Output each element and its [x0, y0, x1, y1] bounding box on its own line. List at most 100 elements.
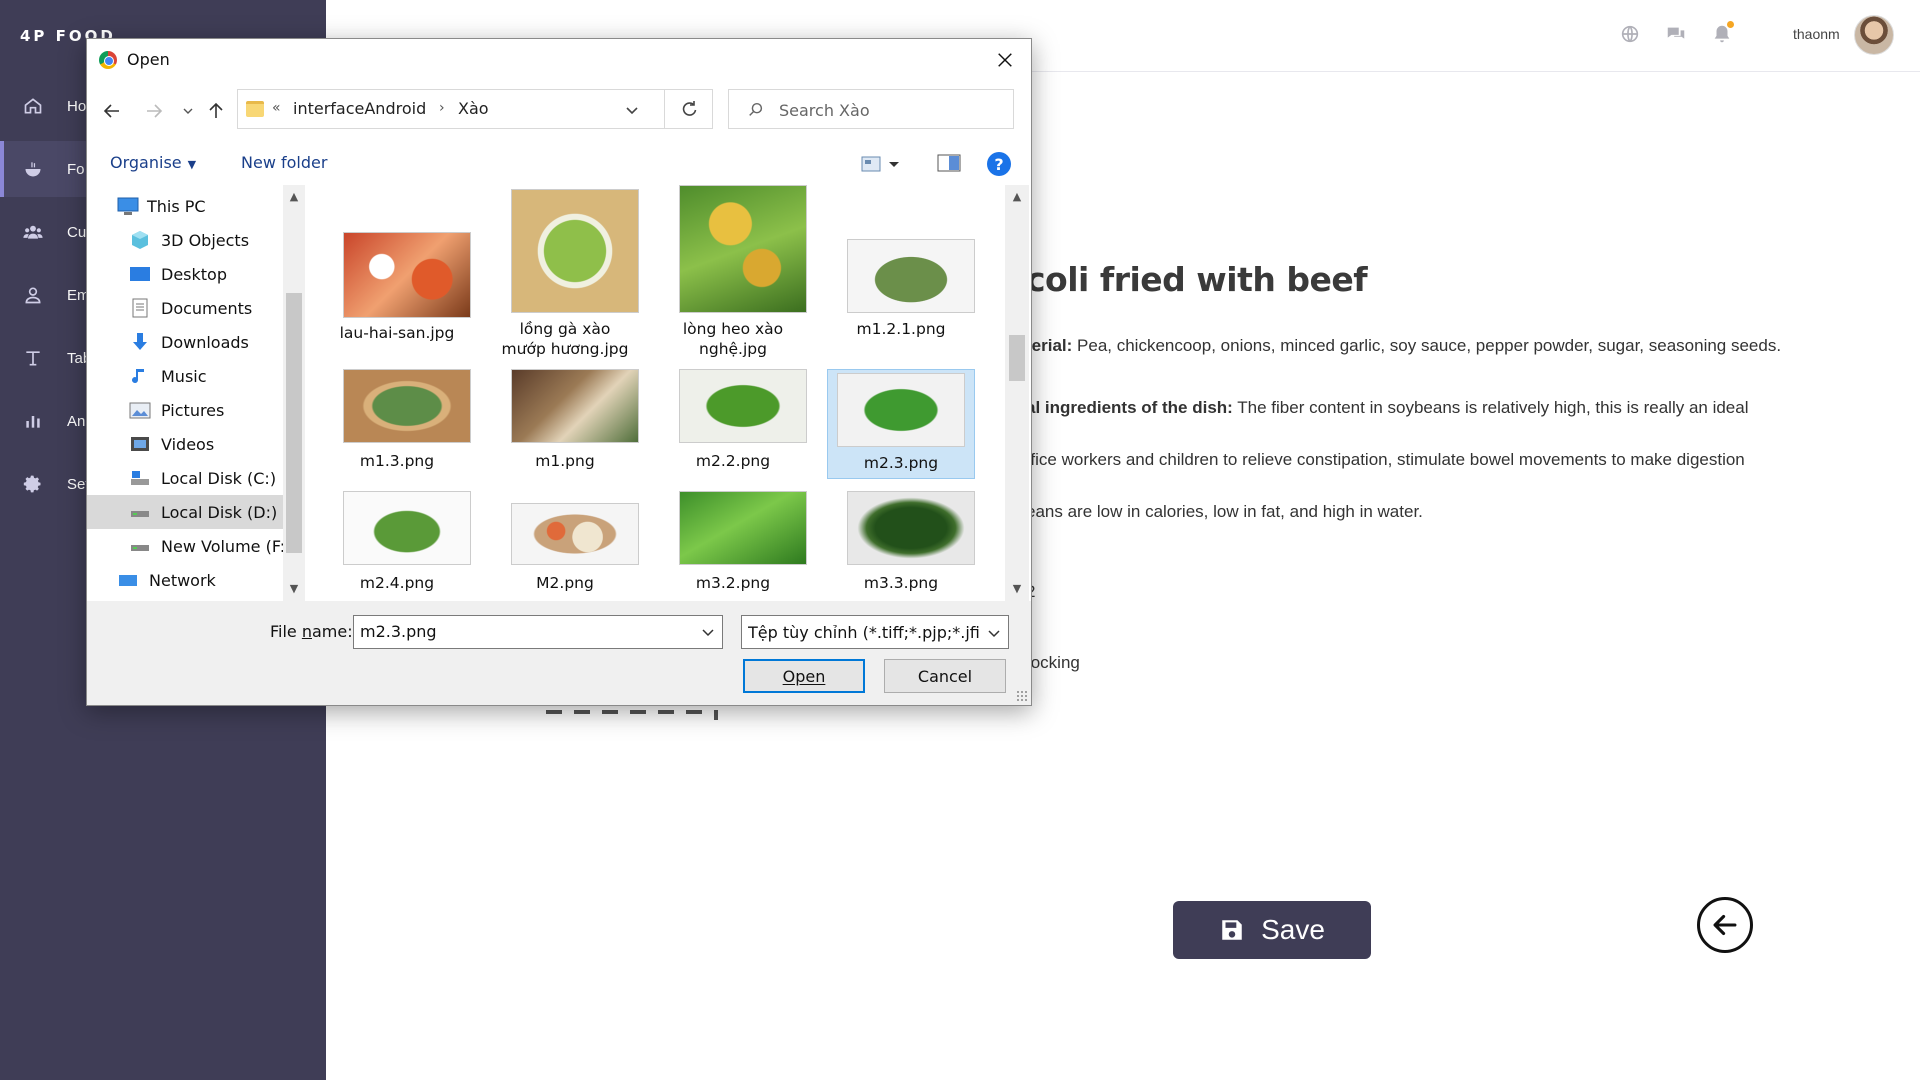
file-name-input[interactable]: [360, 622, 690, 641]
tree-item-label: Desktop: [161, 264, 227, 284]
file-name-line2: nghệ.jpg: [699, 340, 767, 358]
description-line: ffice workers and children to relieve co…: [1026, 450, 1745, 469]
chat-icon[interactable]: [1665, 23, 1687, 45]
file-item[interactable]: m3.2.png: [659, 491, 807, 601]
back-nav-button[interactable]: [99, 98, 125, 124]
change-view-icon[interactable]: [861, 155, 901, 173]
tree-item-downloads[interactable]: Downloads: [87, 325, 305, 359]
scroll-down-icon[interactable]: ▼: [287, 581, 301, 595]
image-thumbnail: [679, 369, 807, 443]
close-icon: [998, 53, 1012, 67]
sidebar-item-label: Cu: [67, 223, 87, 241]
help-icon[interactable]: ?: [987, 152, 1011, 176]
save-button[interactable]: Save: [1173, 901, 1371, 959]
file-item[interactable]: m1.2.1.png: [827, 185, 975, 355]
file-item[interactable]: lau-hai-san.jpg: [323, 185, 471, 355]
dialog-title: Open: [127, 50, 170, 69]
tree-item-label: Local Disk (C:): [161, 468, 277, 488]
search-input[interactable]: [779, 98, 999, 122]
image-thumbnail: [511, 189, 639, 313]
file-name: m2.2.png: [695, 452, 771, 470]
open-button[interactable]: Open: [743, 659, 865, 693]
chevron-down-icon[interactable]: [622, 100, 642, 120]
open-label: Open: [782, 666, 826, 686]
sidebar-item-label: Ho: [67, 97, 87, 115]
recent-locations-button[interactable]: [175, 98, 201, 124]
cancel-button[interactable]: Cancel: [884, 659, 1006, 693]
avatar[interactable]: [1854, 15, 1894, 55]
image-thumbnail: [679, 185, 807, 313]
file-item[interactable]: m1.png: [491, 369, 639, 479]
address-bar[interactable]: « interfaceAndroid › Xào: [237, 89, 665, 129]
tree-item-desktop[interactable]: Desktop: [87, 257, 305, 291]
file-type-select[interactable]: Tệp tùy chỉnh (*.tiff;*.pjp;*.jfif;*: [741, 615, 1009, 649]
file-item[interactable]: lòng heo xào nghệ.jpg: [659, 185, 807, 358]
file-name-field[interactable]: [353, 615, 723, 649]
tree-item-documents[interactable]: Documents: [87, 291, 305, 325]
file-item[interactable]: m2.2.png: [659, 369, 807, 479]
tree-item-this-pc[interactable]: This PC: [87, 189, 305, 223]
organise-menu[interactable]: Organise ▼: [110, 153, 196, 172]
network-icon: [119, 575, 137, 586]
tree-item-3d-objects[interactable]: 3D Objects: [87, 223, 305, 257]
file-grid-scrollbar[interactable]: ▲ ▼: [1005, 185, 1029, 601]
drive-f-icon: [131, 545, 149, 551]
sidebar-item-label: Fo: [67, 160, 85, 178]
downloads-icon: [133, 333, 147, 350]
scrollbar-thumb[interactable]: [1009, 335, 1025, 381]
file-name: m1.2.1.png: [856, 320, 946, 338]
back-button[interactable]: [1697, 897, 1753, 953]
chevron-down-icon[interactable]: [700, 624, 716, 640]
search-box[interactable]: [728, 89, 1014, 129]
file-name: lau-hai-san.jpg: [339, 324, 455, 342]
bell-icon[interactable]: [1711, 21, 1734, 45]
file-item[interactable]: M2.png: [491, 491, 639, 601]
drive-d-icon: [131, 511, 149, 517]
breadcrumb-overflow[interactable]: «: [272, 100, 281, 116]
dashed-upload-border: [546, 710, 718, 720]
arrow-right-icon: [147, 104, 163, 118]
tree-item-label: Downloads: [161, 332, 249, 352]
scroll-up-icon[interactable]: ▲: [1010, 189, 1024, 203]
chrome-icon: [99, 51, 117, 69]
tree-item-pictures[interactable]: Pictures: [87, 393, 305, 427]
tree-item-network[interactable]: Network: [87, 563, 305, 597]
image-thumbnail: [511, 369, 639, 443]
preview-pane-icon[interactable]: [937, 153, 961, 173]
drive-c-icon: [131, 471, 149, 485]
tree-item-label: 3D Objects: [161, 230, 250, 250]
chevron-down-icon: [183, 108, 193, 114]
scroll-up-icon[interactable]: ▲: [287, 189, 301, 203]
tree-item-label: Documents: [161, 298, 253, 318]
up-folder-button[interactable]: [203, 98, 229, 124]
tree-item-label: Local Disk (D:): [161, 502, 278, 522]
tree-item-local-disk-c[interactable]: Local Disk (C:): [87, 461, 305, 495]
tree-item-label: Videos: [161, 434, 215, 454]
tree-item-music[interactable]: Music: [87, 359, 305, 393]
globe-icon[interactable]: [1619, 23, 1641, 45]
breadcrumb-xao[interactable]: Xào: [458, 99, 489, 118]
file-item[interactable]: m1.3.png: [323, 369, 471, 479]
scroll-down-icon[interactable]: ▼: [1010, 581, 1024, 595]
home-icon: [22, 95, 44, 117]
tree-item-videos[interactable]: Videos: [87, 427, 305, 461]
new-folder-button[interactable]: New folder: [241, 153, 327, 172]
settings-icon: [22, 473, 44, 495]
dialog-footer: File name: Tệp tùy chỉnh (*.tiff;*.pjp;*…: [87, 601, 1031, 705]
file-item[interactable]: m2.4.png: [323, 491, 471, 601]
username[interactable]: thaonm: [1793, 26, 1840, 42]
scrollbar-thumb[interactable]: [286, 293, 302, 553]
forward-nav-button[interactable]: [141, 98, 167, 124]
breadcrumb-interfaceandroid[interactable]: interfaceAndroid: [293, 99, 426, 118]
tree-item-new-volume-f[interactable]: New Volume (F:): [87, 529, 305, 563]
tree-scrollbar[interactable]: ▲ ▼: [283, 185, 305, 601]
close-button[interactable]: [987, 45, 1023, 75]
file-item[interactable]: lồng gà xào mướp hương.jpg: [491, 185, 639, 358]
resize-grip[interactable]: [1016, 690, 1028, 702]
file-name: m2.3.png: [863, 454, 939, 472]
tree-item-local-disk-d[interactable]: Local Disk (D:): [87, 495, 305, 529]
file-item-selected[interactable]: m2.3.png: [827, 369, 975, 479]
file-item[interactable]: m3.3.png: [827, 491, 975, 601]
folder-icon: [246, 101, 264, 117]
refresh-button[interactable]: [665, 89, 713, 129]
